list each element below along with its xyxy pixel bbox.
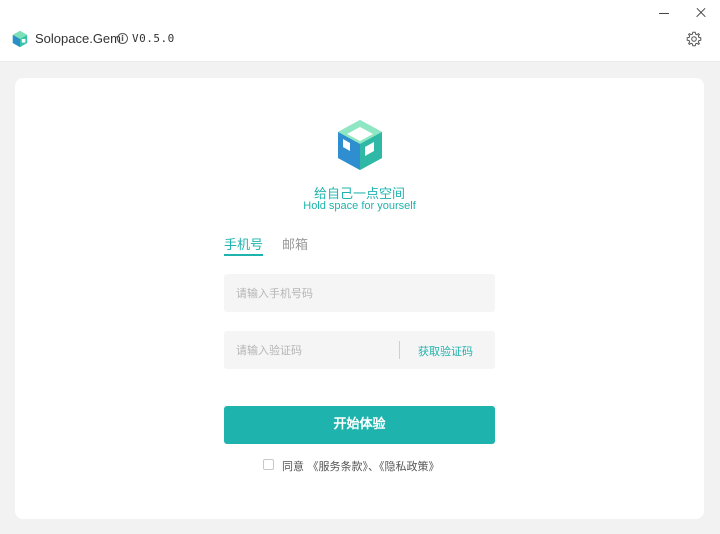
- app-name: Solopace.Gem: [35, 31, 121, 46]
- agreement-text: 同意 《服务条款》、《隐私政策》: [282, 458, 440, 474]
- agree-checkbox[interactable]: [263, 459, 274, 470]
- verification-code-input[interactable]: [236, 331, 386, 369]
- tab-phone[interactable]: 手机号: [224, 234, 264, 256]
- field-divider: [399, 341, 400, 359]
- minimize-icon[interactable]: [655, 6, 673, 20]
- brand-cube-icon: [338, 120, 382, 170]
- gear-icon[interactable]: [686, 31, 702, 47]
- phone-field: [224, 274, 495, 312]
- tab-email[interactable]: 邮箱: [282, 234, 308, 253]
- agreement-separator: 、: [368, 460, 379, 473]
- login-card: 给自己一点空间 Hold space for yourself 手机号 邮箱 获…: [15, 78, 704, 519]
- slogan-english: Hold space for yourself: [303, 200, 416, 212]
- get-code-button[interactable]: 获取验证码: [418, 343, 473, 359]
- info-icon[interactable]: i: [117, 33, 128, 44]
- code-field: 获取验证码: [224, 331, 495, 369]
- privacy-link[interactable]: 《隐私政策》: [379, 460, 440, 473]
- start-button[interactable]: 开始体验: [224, 406, 495, 444]
- terms-link[interactable]: 《服务条款》: [308, 460, 369, 473]
- agreement-prefix: 同意: [282, 460, 308, 473]
- close-icon[interactable]: [692, 4, 710, 22]
- phone-input[interactable]: [236, 274, 476, 312]
- title-bar: Solopace.Gem i V0.5.0: [0, 0, 720, 62]
- app-version: V0.5.0: [132, 32, 175, 45]
- cube-logo-icon: [12, 30, 28, 48]
